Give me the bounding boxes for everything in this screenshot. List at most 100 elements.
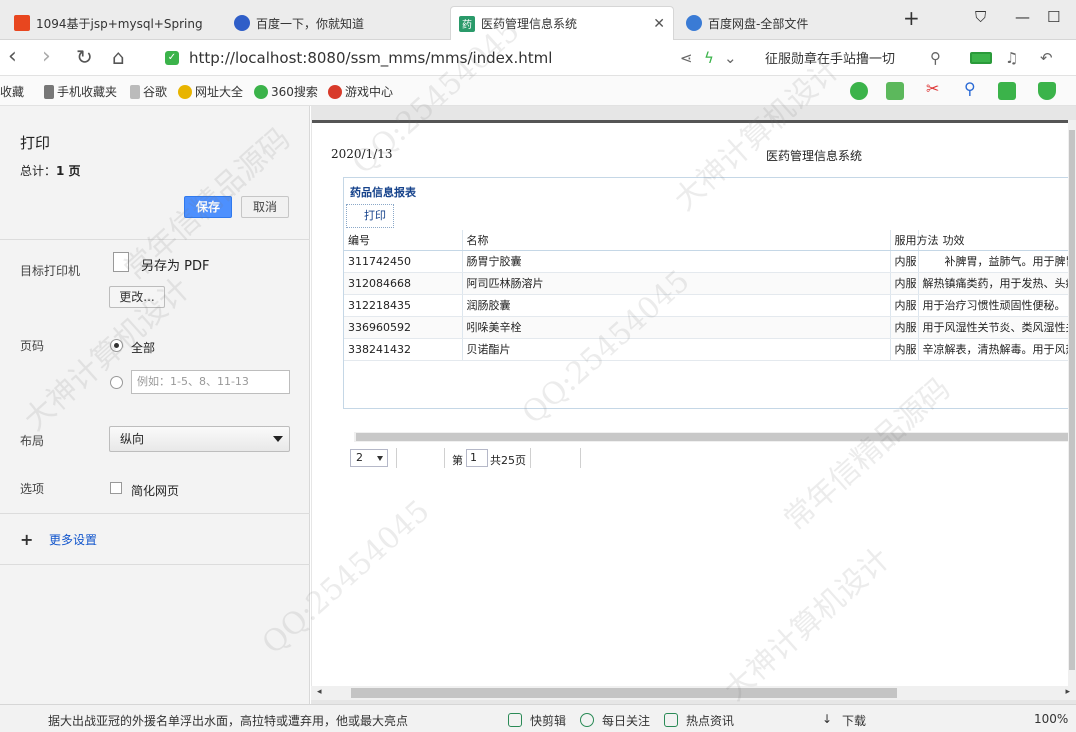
pages-all-label: 全部 [131,341,156,355]
gamepad-icon[interactable] [998,82,1016,100]
shield-icon: ✓ [165,51,179,65]
shield-money-icon[interactable] [1038,82,1056,100]
bookmark-mobile[interactable]: 手机收藏夹 [44,83,117,100]
home-icon[interactable]: ⌂ [112,45,125,69]
table-row[interactable]: 338241432 贝诺酯片 内服 辛凉解表，清热解毒。用于风热 [344,338,1068,361]
simplify-checkbox[interactable] [110,482,122,494]
bookmarks-bar: 收藏 手机收藏夹 谷歌 网址大全 360搜索 游戏中心 ✂ ⚲ [0,76,1076,106]
phone-icon [44,84,54,99]
table-row[interactable]: 312084668 阿司匹林肠溶片 内服 解热镇痛类药，用于发热、头痛 [344,272,1068,295]
scrollbar-thumb[interactable] [1069,130,1075,670]
scissors-icon[interactable]: ✂ [926,79,944,98]
undo-icon[interactable]: ↶ [1040,49,1053,67]
cell-id: 338241432 [344,338,463,361]
table-row[interactable]: 312218435 润肠胶囊 内服 用于治疗习惯性顽固性便秘。 [344,294,1068,317]
shirt-icon[interactable]: ⛉ [975,8,986,26]
grid-horizontal-scrollbar[interactable] [354,432,1068,442]
forward-icon[interactable]: › [42,45,51,69]
download[interactable]: 下载 [842,712,866,729]
search-icon[interactable]: ⚲ [930,49,941,67]
bookmark-sites[interactable]: 网址大全 [178,83,243,100]
col-id[interactable]: 编号 [344,230,463,251]
tab-label: 医药管理信息系统 [481,17,578,31]
save-button[interactable]: 保存 [184,196,232,218]
pages-label: 页码 [20,339,45,353]
col-usage[interactable]: 服用方法 [890,230,939,251]
options-label: 选项 [20,482,45,496]
divider [0,239,310,240]
medicine-icon: 药 [459,15,475,32]
grid-pager: 2 第 1 共25页 [344,444,1068,472]
bookmark-360search[interactable]: 360搜索 [254,83,318,100]
layout-select[interactable]: 纵向 [109,426,290,452]
daily-focus[interactable]: 每日关注 [602,712,650,729]
preview-horizontal-scrollbar[interactable]: ◂ ▸ [311,686,1076,700]
pages-all-radio[interactable] [110,339,123,352]
maximize-icon[interactable]: ☐ [1047,8,1060,26]
preview-vertical-scrollbar[interactable] [1068,120,1076,686]
reload-icon[interactable]: ↻ [76,45,93,69]
plus-icon[interactable]: + [20,530,33,549]
page-total: 共25页 [490,454,526,467]
medicine-table: 编号 名称 服用方法 功效 311742450 肠胃宁胶囊 内服 补脾胃，益肺气… [344,230,1068,361]
headphone-icon[interactable]: ♫ [1005,49,1018,67]
cell-name: 贝诺酯片 [462,338,891,361]
cell-id: 312218435 [344,294,463,317]
cell-name: 润肠胶囊 [462,294,891,317]
share-icon[interactable]: ⋖ [680,49,693,67]
scrollbar-thumb[interactable] [356,433,1068,441]
zoom-level[interactable]: 100% [1034,712,1068,726]
print-preview: 2020/1/13 医药管理信息系统 药品信息报表 打印 编号 名称 服用方法 … [311,106,1076,704]
back-icon[interactable]: ‹ [8,45,17,69]
pages-custom-radio[interactable] [110,376,123,389]
page-size-select[interactable]: 2 [350,449,388,467]
page-header-date: 2020/1/13 [331,147,393,161]
scroll-left-icon[interactable]: ◂ [317,687,322,697]
divider [0,564,310,565]
chat-icon[interactable] [850,82,868,100]
hot-icon [664,713,678,727]
url-field[interactable]: ✓ http://localhost:8080/ssm_mms/mms/inde… [165,46,745,70]
tab-bar: 1094基于jsp+mysql+Spring 百度一下，你就知道 药 医药管理信… [0,0,1076,40]
col-effect[interactable]: 功效 [918,230,1068,251]
magnifier-icon[interactable]: ⚲ [964,79,982,98]
pages-range-input[interactable]: 例如：1-5、8、11-13 [131,370,290,394]
grid-print-button[interactable]: 打印 [346,204,394,228]
quick-clip[interactable]: 快剪辑 [530,712,566,729]
bookmark-games[interactable]: 游戏中心 [328,83,393,100]
hot-news[interactable]: 热点资讯 [686,712,734,729]
search-suggestion[interactable]: 征服勋章在手站撸一切 [765,48,895,67]
tab-1094[interactable]: 1094基于jsp+mysql+Spring [6,6,222,40]
bookmark-favorites[interactable]: 收藏 [0,83,24,100]
cell-id: 311742450 [344,250,463,273]
col-name[interactable]: 名称 [462,230,891,251]
chevron-down-icon[interactable]: ⌄ [724,49,737,67]
page-number-input[interactable]: 1 [466,449,488,467]
cell-usage: 内服 [890,294,919,317]
cancel-button[interactable]: 取消 [241,196,289,218]
translate-icon[interactable] [886,82,904,100]
download-icon[interactable]: ↓ [822,712,832,726]
table-row[interactable]: 336960592 吲哚美辛栓 内服 用于风湿性关节炎、类风湿性关 [344,316,1068,339]
news-ticker[interactable]: 据大出战亚冠的外援名单浮出水面，高拉特或遭弃用，他或最大亮点 [48,712,408,729]
close-icon[interactable]: ✕ [653,16,665,32]
change-destination-button[interactable]: 更改... [109,286,165,308]
battery-icon[interactable] [970,52,992,64]
scroll-right-icon[interactable]: ▸ [1065,687,1070,697]
tab-medicine-system[interactable]: 药 医药管理信息系统 ✕ [450,6,674,40]
minimize-icon[interactable]: — [1015,8,1030,26]
tab-baidu[interactable]: 百度一下，你就知道 [226,6,446,40]
table-row[interactable]: 311742450 肠胃宁胶囊 内服 补脾胃，益肺气。用于脾胃 [344,250,1068,273]
divider [444,448,445,468]
more-settings-link[interactable]: 更多设置 [49,531,97,548]
bookmark-google[interactable]: 谷歌 [130,83,167,100]
cell-usage: 内服 [890,316,919,339]
scrollbar-thumb[interactable] [351,688,897,698]
layout-label: 布局 [20,434,45,448]
table-header-row: 编号 名称 服用方法 功效 [344,230,1068,251]
data-grid: 药品信息报表 打印 编号 名称 服用方法 功效 311742450 肠胃宁胶囊 … [343,177,1068,468]
lightning-icon[interactable]: ϟ [704,49,714,67]
tab-baidu-pan[interactable]: 百度网盘-全部文件 [678,6,878,40]
new-tab-icon[interactable]: + [903,6,920,30]
cell-effect: 辛凉解表，清热解毒。用于风热 [918,338,1068,361]
